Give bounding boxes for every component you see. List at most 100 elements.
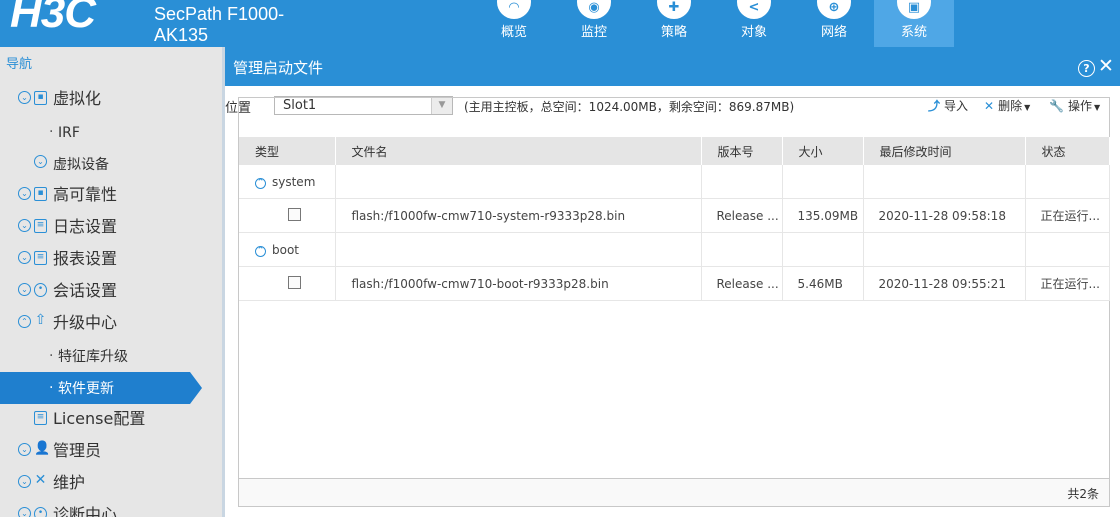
expand-icon[interactable]: ⌄ bbox=[18, 283, 31, 296]
nav-overview[interactable]: ◠ 概览 bbox=[474, 0, 554, 47]
sidebar-item-label: 软件更新 bbox=[58, 381, 114, 397]
sidebar-item-report-settings[interactable]: ⌄ ≡ 报表设置 bbox=[0, 244, 222, 276]
sidebar-item-high-availability[interactable]: ⌄ ▪ 高可靠性 bbox=[0, 180, 222, 212]
cell-size: 135.09MB bbox=[782, 198, 864, 233]
sidebar-item-label: 日志设置 bbox=[53, 217, 118, 236]
log-icon: ≡ bbox=[34, 219, 47, 233]
sidebar-item-software-update[interactable]: · 软件更新 bbox=[0, 372, 202, 404]
nav-network[interactable]: ⊕ 网络 bbox=[794, 0, 874, 47]
column-header-filename[interactable]: 文件名 bbox=[335, 137, 702, 165]
expand-icon[interactable]: ⌄ bbox=[18, 91, 31, 104]
share-icon: < bbox=[737, 0, 771, 19]
nav-network-label: 网络 bbox=[820, 25, 847, 40]
shield-icon: ▪ bbox=[34, 187, 47, 201]
sidebar-item-label: 升级中心 bbox=[53, 313, 118, 332]
nav-monitor[interactable]: ◉ 监控 bbox=[554, 0, 634, 47]
cell-version: Release ... bbox=[701, 198, 783, 233]
group-row-system[interactable]: ⌃ system bbox=[239, 165, 1110, 199]
sidebar-item-virtualization[interactable]: ⌄ ▪ 虚拟化 bbox=[0, 84, 222, 116]
expand-icon[interactable]: ⌄ bbox=[18, 251, 31, 264]
sidebar-item-label: 维护 bbox=[53, 473, 86, 492]
shield-icon: ✚ bbox=[657, 0, 691, 19]
expand-icon[interactable]: ⌄ bbox=[18, 475, 31, 488]
expand-icon[interactable]: ⌄ bbox=[18, 443, 31, 456]
collapse-icon[interactable]: ⌃ bbox=[255, 245, 266, 257]
cell-filename: flash:/f1000fw-cmw710-system-r9333p28.bi… bbox=[335, 198, 702, 233]
bullet-icon: · bbox=[49, 380, 54, 396]
bullet-icon: · bbox=[49, 348, 54, 364]
sidebar-item-administrator[interactable]: ⌄ 👤 管理员 bbox=[0, 436, 222, 468]
column-header-type[interactable]: 类型 bbox=[239, 137, 336, 165]
sidebar-item-session-settings[interactable]: ⌄ • 会话设置 bbox=[0, 276, 222, 308]
nav-object[interactable]: < 对象 bbox=[714, 0, 794, 47]
group-name: system bbox=[272, 174, 316, 189]
sidebar-item-label: 会话设置 bbox=[53, 281, 118, 300]
grid-footer: 共2条 bbox=[239, 478, 1109, 506]
sidebar: 导航 ⌄ ▪ 虚拟化 · IRF ⌄ 虚拟设备 ⌄ ▪ 高可靠性 ⌄ ≡ 日志设… bbox=[0, 47, 222, 517]
file-grid: 类型 文件名 版本号 大小 最后修改时间 状态 ⌃ system flash:/f… bbox=[238, 97, 1110, 507]
nav-system[interactable]: ▣ 系统 bbox=[874, 0, 954, 47]
sidebar-item-diagnostics[interactable]: ⌄ • 诊断中心 bbox=[0, 500, 222, 517]
cell-version: Release ... bbox=[701, 266, 783, 301]
users-icon: 👤 bbox=[34, 441, 51, 456]
product-name: SecPath F1000- AK135 bbox=[154, 4, 284, 46]
total-count: 共2条 bbox=[1067, 487, 1099, 501]
sidebar-item-signature-upgrade[interactable]: · 特征库升级 bbox=[0, 340, 222, 372]
row-checkbox[interactable] bbox=[288, 208, 301, 221]
column-header-modified[interactable]: 最后修改时间 bbox=[863, 137, 1026, 165]
sidebar-item-label: IRF bbox=[58, 125, 80, 141]
nav-monitor-label: 监控 bbox=[580, 25, 607, 40]
help-icon[interactable]: ? bbox=[1078, 60, 1095, 77]
close-icon[interactable]: ✕ bbox=[1098, 56, 1114, 76]
group-row-boot[interactable]: ⌃ boot bbox=[239, 232, 1110, 267]
group-name: boot bbox=[272, 242, 300, 257]
top-bar: H3C SecPath F1000- AK135 ◠ 概览 ◉ 监控 ✚ 策略 … bbox=[0, 0, 1120, 47]
table-header-row: 类型 文件名 版本号 大小 最后修改时间 状态 bbox=[239, 137, 1110, 165]
panel-content: 位置 Slot1 ▼ (主用主控板，总空间：1024.00MB，剩余空间：869… bbox=[225, 86, 1120, 517]
table-row[interactable]: flash:/f1000fw-cmw710-system-r9333p28.bi… bbox=[239, 198, 1110, 233]
sidebar-item-log-settings[interactable]: ⌄ ≡ 日志设置 bbox=[0, 212, 222, 244]
nav-policy[interactable]: ✚ 策略 bbox=[634, 0, 714, 47]
upload-icon: ⇧ bbox=[34, 312, 47, 328]
column-header-version[interactable]: 版本号 bbox=[701, 137, 783, 165]
license-icon: ≡ bbox=[34, 411, 47, 425]
sidebar-item-label: 高可靠性 bbox=[53, 185, 118, 204]
bullet-icon: · bbox=[49, 124, 54, 140]
sidebar-item-virtual-device[interactable]: ⌄ 虚拟设备 bbox=[0, 148, 222, 180]
sidebar-item-label: 特征库升级 bbox=[58, 349, 128, 365]
expand-icon[interactable]: ⌄ bbox=[34, 155, 47, 168]
file-table: 类型 文件名 版本号 大小 最后修改时间 状态 ⌃ system flash:/f… bbox=[239, 137, 1110, 301]
sidebar-item-upgrade-center[interactable]: ⌃ ⇧ 升级中心 bbox=[0, 308, 222, 340]
expand-icon[interactable]: ⌄ bbox=[18, 507, 31, 517]
table-row[interactable]: flash:/f1000fw-cmw710-boot-r9333p28.bin … bbox=[239, 266, 1110, 301]
top-nav: ◠ 概览 ◉ 监控 ✚ 策略 < 对象 ⊕ 网络 ▣ 系统 bbox=[474, 0, 954, 47]
report-icon: ≡ bbox=[34, 251, 47, 265]
expand-icon[interactable]: ⌄ bbox=[18, 219, 31, 232]
expand-icon[interactable]: ⌃ bbox=[18, 315, 31, 328]
column-header-status[interactable]: 状态 bbox=[1025, 137, 1110, 165]
panel-title: 管理启动文件 bbox=[233, 59, 324, 77]
globe-icon: ⊕ bbox=[817, 0, 851, 19]
expand-icon[interactable]: ⌄ bbox=[18, 187, 31, 200]
collapse-icon[interactable]: ⌃ bbox=[255, 177, 266, 189]
camera-icon: ◉ bbox=[577, 0, 611, 19]
cell-modified: 2020-11-28 09:55:21 bbox=[863, 266, 1026, 301]
nav-system-label: 系统 bbox=[900, 25, 927, 40]
logo: H3C bbox=[10, 0, 96, 37]
cell-size: 5.46MB bbox=[782, 266, 864, 301]
sidebar-item-label: 虚拟化 bbox=[53, 89, 102, 108]
column-header-size[interactable]: 大小 bbox=[782, 137, 864, 165]
sidebar-item-label: 管理员 bbox=[53, 441, 102, 460]
sidebar-item-maintenance[interactable]: ⌄ ✕ 维护 bbox=[0, 468, 222, 500]
sidebar-item-irf[interactable]: · IRF bbox=[0, 116, 222, 148]
cell-filename: flash:/f1000fw-cmw710-boot-r9333p28.bin bbox=[335, 266, 702, 301]
nav-policy-label: 策略 bbox=[660, 25, 687, 40]
sidebar-title: 导航 bbox=[6, 57, 33, 72]
sidebar-item-license[interactable]: ≡ License配置 bbox=[0, 404, 222, 436]
product-name-line2: AK135 bbox=[154, 25, 209, 45]
diagnostics-icon: • bbox=[34, 507, 47, 517]
row-checkbox[interactable] bbox=[288, 276, 301, 289]
panel-header: 管理启动文件 ? ✕ bbox=[225, 47, 1120, 86]
sidebar-item-label: 报表设置 bbox=[53, 249, 118, 268]
sidebar-item-label: 诊断中心 bbox=[53, 505, 118, 517]
